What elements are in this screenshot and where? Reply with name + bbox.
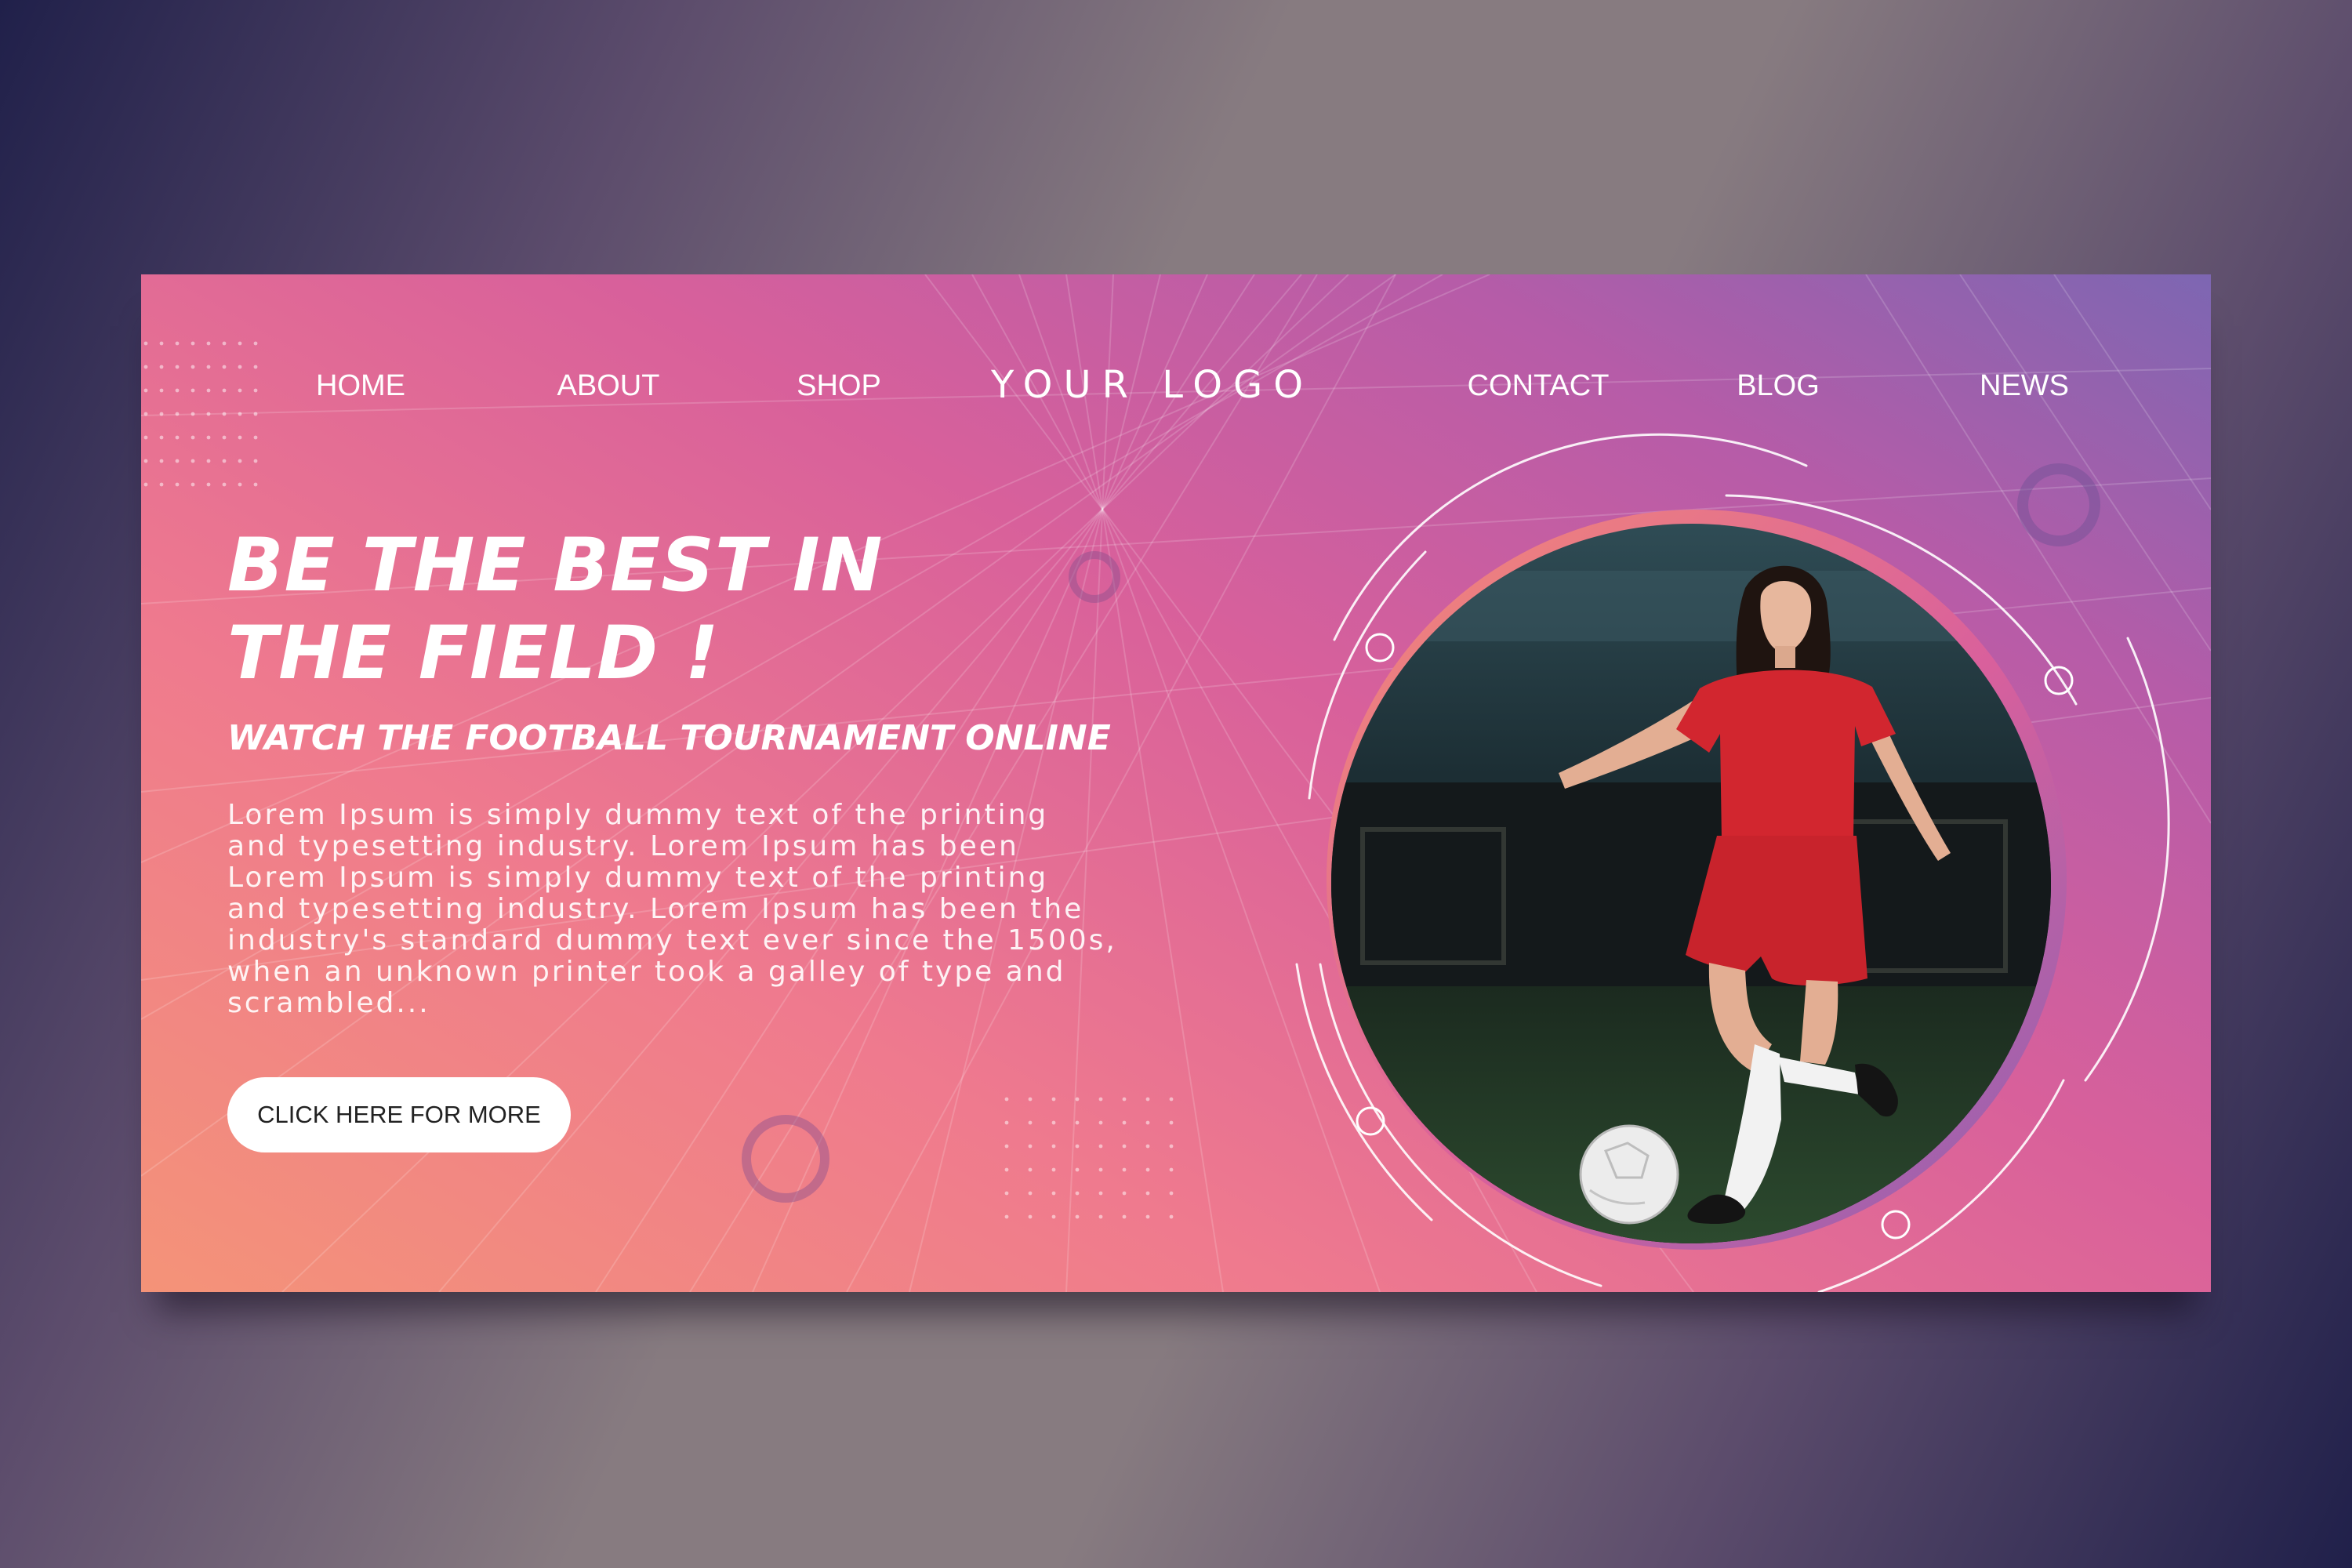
hero-headline: BE THE BEST IN THE FIELD ! — [227, 522, 1011, 698]
dot-grid-top-left — [143, 341, 258, 487]
red-shorts — [1686, 836, 1867, 985]
nav-contact[interactable]: CONTACT — [1452, 362, 1624, 409]
grass-pitch — [1331, 986, 2051, 1243]
click-here-button[interactable]: CLICK HERE FOR MORE — [227, 1077, 571, 1152]
nav-home[interactable]: HOME — [285, 362, 436, 409]
player-photo — [1331, 524, 2051, 1243]
neck — [1775, 646, 1795, 668]
landing-banner: HOME ABOUT SHOP YOUR LOGO CONTACT BLOG N… — [141, 274, 2211, 1292]
dot-grid-bottom-center — [1004, 1097, 1174, 1219]
ring-small-center — [1069, 551, 1120, 603]
soccer-ball — [1579, 1124, 1679, 1225]
nav-about[interactable]: ABOUT — [533, 362, 684, 409]
nav-news[interactable]: NEWS — [1949, 362, 2100, 409]
headline-line-2: THE FIELD ! — [227, 611, 720, 696]
hero-subheadline: WATCH THE FOOTBALL TOURNAMENT ONLINE — [227, 718, 1111, 758]
headline-line-1: BE THE BEST IN — [227, 523, 884, 608]
ring-top-right — [2017, 463, 2100, 546]
soccer-player-illustration — [1331, 524, 2051, 1243]
nav-blog[interactable]: BLOG — [1703, 362, 1853, 409]
ring-bottom-center — [742, 1115, 829, 1203]
site-logo[interactable]: YOUR LOGO — [972, 358, 1333, 412]
hero-body-text: Lorem Ipsum is simply dummy text of the … — [227, 799, 1117, 1019]
nav-shop[interactable]: SHOP — [764, 362, 914, 409]
